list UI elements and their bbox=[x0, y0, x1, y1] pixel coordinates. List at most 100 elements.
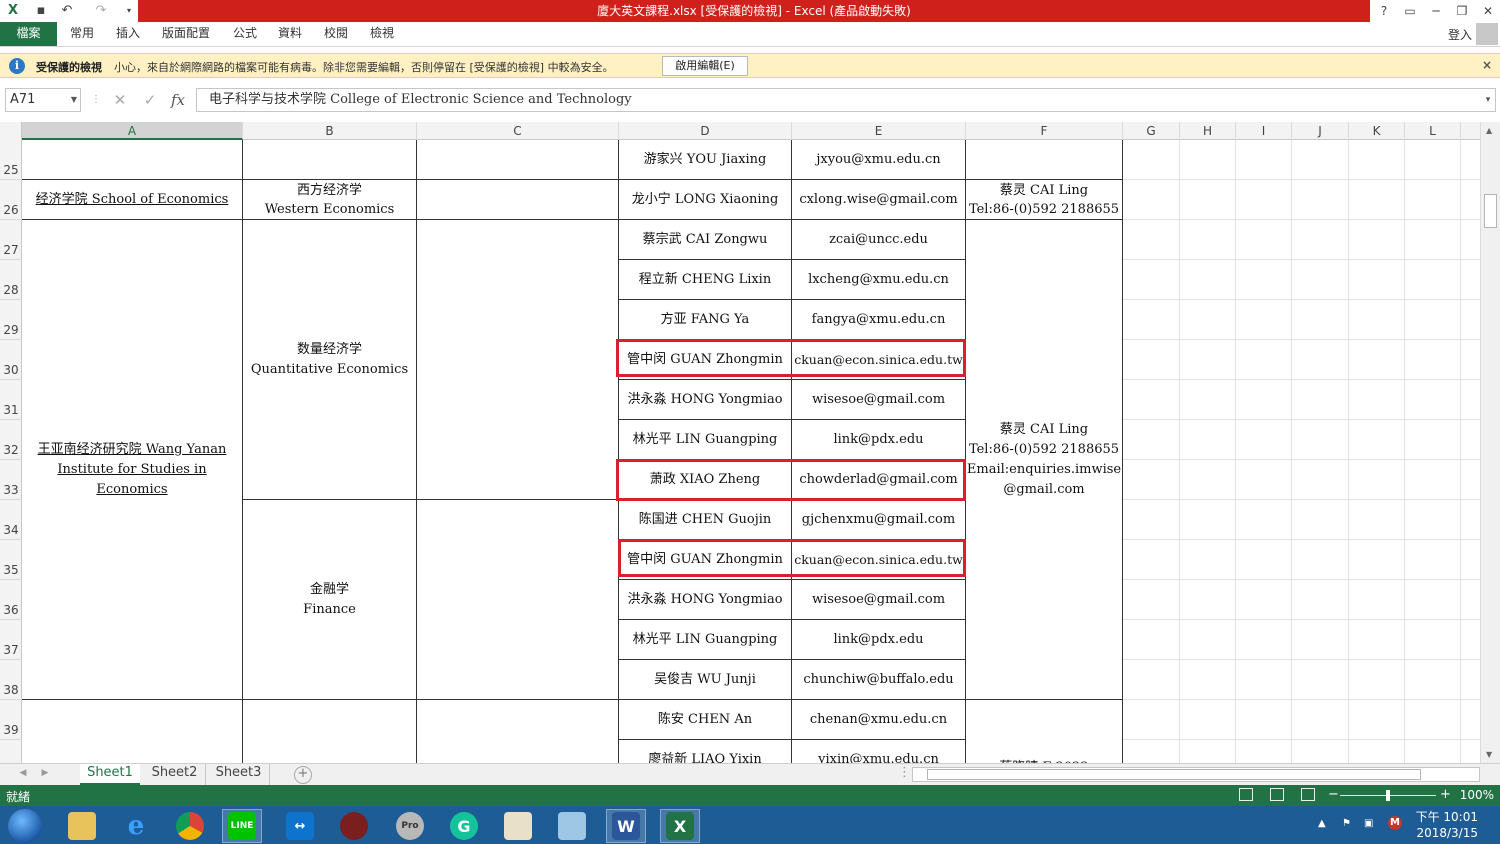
cell-d38[interactable]: 吴俊吉 WU Junji bbox=[619, 660, 792, 700]
cell-c39[interactable] bbox=[417, 700, 619, 763]
cancel-icon[interactable]: ✕ bbox=[110, 90, 130, 110]
select-all-corner[interactable] bbox=[0, 122, 22, 140]
tab-sheet1[interactable]: Sheet1 bbox=[80, 764, 140, 785]
cell-d32[interactable]: 林光平 LIN Guangping bbox=[619, 420, 792, 460]
row-header-39[interactable]: 39 bbox=[0, 700, 22, 740]
cell-d31[interactable]: 洪永淼 HONG Yongmiao bbox=[619, 380, 792, 420]
row-header-26[interactable]: 26 bbox=[0, 180, 22, 220]
tab-view[interactable]: 檢視 bbox=[370, 22, 394, 46]
row-header-29[interactable]: 29 bbox=[0, 300, 22, 340]
column-header-i[interactable]: I bbox=[1236, 122, 1292, 140]
column-header-b[interactable]: B bbox=[243, 122, 417, 140]
tab-insert[interactable]: 插入 bbox=[116, 22, 140, 46]
cell-f27-merged[interactable]: 蔡灵 CAI Ling Tel:86-(0)592 2188655 Email:en… bbox=[966, 220, 1123, 700]
cell-e31[interactable]: wisesoe@gmail.com bbox=[792, 380, 966, 420]
cell-b25[interactable] bbox=[243, 140, 417, 180]
row-header-27[interactable]: 27 bbox=[0, 220, 22, 260]
cell-b26[interactable]: 西方经济学 Western Economics bbox=[243, 180, 417, 220]
flag-icon[interactable]: ⚑ bbox=[1342, 818, 1351, 829]
tab-page-layout[interactable]: 版面配置 bbox=[162, 22, 210, 46]
line-app[interactable]: LINE bbox=[222, 809, 262, 843]
restore-button[interactable]: ❐ bbox=[1448, 0, 1476, 22]
zoom-out-button[interactable]: − bbox=[1328, 787, 1339, 802]
cell-b34-merged[interactable]: 金融学 Finance bbox=[243, 500, 417, 700]
column-header-j[interactable]: J bbox=[1292, 122, 1349, 140]
network-icon[interactable]: ▣ bbox=[1364, 818, 1373, 829]
cell-f39-merged[interactable]: 蔡晓晴 F 2022 bbox=[966, 700, 1123, 763]
vertical-scrollbar[interactable]: ▲ ▼ bbox=[1480, 122, 1500, 763]
cell-e37[interactable]: link@pdx.edu bbox=[792, 620, 966, 660]
cell-d28[interactable]: 程立新 CHENG Lixin bbox=[619, 260, 792, 300]
excel-app[interactable]: X bbox=[660, 809, 700, 843]
cell-c34-merged[interactable] bbox=[417, 500, 619, 700]
tab-home[interactable]: 常用 bbox=[70, 22, 94, 46]
enable-editing-button[interactable]: 啟用編輯(E) bbox=[662, 56, 748, 76]
cell-e34[interactable]: gjchenxmu@gmail.com bbox=[792, 500, 966, 540]
cell-e28[interactable]: lxcheng@xmu.edu.cn bbox=[792, 260, 966, 300]
cell-e32[interactable]: link@pdx.edu bbox=[792, 420, 966, 460]
grammarly-app[interactable]: G bbox=[444, 809, 484, 843]
close-icon[interactable]: × bbox=[1482, 58, 1492, 72]
scroll-thumb[interactable] bbox=[927, 769, 1421, 780]
teamviewer-app[interactable]: ↔ bbox=[280, 809, 320, 843]
splitter-icon[interactable]: ⋮ bbox=[898, 764, 911, 785]
cell-c26[interactable] bbox=[417, 180, 619, 220]
redo-icon[interactable]: ↷ bbox=[92, 2, 110, 20]
cell-e26[interactable]: cxlong.wise@gmail.com bbox=[792, 180, 966, 220]
cell-d26[interactable]: 龙小宁 LONG Xiaoning bbox=[619, 180, 792, 220]
cell-c27-merged[interactable] bbox=[417, 220, 619, 500]
undo-icon[interactable]: ↶ bbox=[58, 2, 76, 20]
ie-app[interactable]: e bbox=[116, 809, 156, 843]
column-header-h[interactable]: H bbox=[1180, 122, 1236, 140]
system-clock[interactable]: 下午 10:01 2018/3/15 bbox=[1416, 809, 1478, 841]
formula-input[interactable]: 电子科学与技术学院 College of Electronic Science … bbox=[196, 88, 1496, 112]
cell-a39[interactable] bbox=[22, 700, 243, 763]
scroll-thumb[interactable] bbox=[1484, 194, 1497, 228]
column-header-c[interactable]: C bbox=[417, 122, 619, 140]
tray-expand-icon[interactable]: ▲ bbox=[1318, 818, 1326, 829]
chrome-app[interactable] bbox=[170, 809, 210, 843]
cell-d36[interactable]: 洪永淼 HONG Yongmiao bbox=[619, 580, 792, 620]
normal-view-icon[interactable] bbox=[1239, 788, 1253, 801]
add-sheet-icon[interactable]: + bbox=[294, 766, 312, 784]
page-layout-view-icon[interactable] bbox=[1270, 788, 1284, 801]
cell-e27[interactable]: zcai@uncc.edu bbox=[792, 220, 966, 260]
cell-d34[interactable]: 陈国进 CHEN Guojin bbox=[619, 500, 792, 540]
page-break-view-icon[interactable] bbox=[1301, 788, 1315, 801]
column-header-g[interactable]: G bbox=[1123, 122, 1180, 140]
app-red-eye[interactable] bbox=[334, 809, 374, 843]
start-button[interactable] bbox=[8, 809, 42, 843]
expand-formula-icon[interactable]: ▾ bbox=[1478, 90, 1498, 110]
prev-sheet-icon[interactable]: ◀ bbox=[16, 764, 30, 785]
row-header-31[interactable]: 31 bbox=[0, 380, 22, 420]
tab-data[interactable]: 資料 bbox=[278, 22, 302, 46]
tab-sheet2[interactable]: Sheet2 bbox=[144, 764, 206, 785]
save-icon[interactable]: ▪ bbox=[32, 2, 50, 20]
cell-e39[interactable]: chenan@xmu.edu.cn bbox=[792, 700, 966, 740]
row-header-33[interactable]: 33 bbox=[0, 460, 22, 500]
cell-d29[interactable]: 方亚 FANG Ya bbox=[619, 300, 792, 340]
tab-review[interactable]: 校閱 bbox=[324, 22, 348, 46]
row-header-32[interactable]: 32 bbox=[0, 420, 22, 460]
row-header-28[interactable]: 28 bbox=[0, 260, 22, 300]
scroll-down-icon[interactable]: ▼ bbox=[1486, 750, 1492, 759]
cell-d27[interactable]: 蔡宗武 CAI Zongwu bbox=[619, 220, 792, 260]
row-header-38[interactable]: 38 bbox=[0, 660, 22, 700]
next-sheet-icon[interactable]: ▶ bbox=[38, 764, 52, 785]
tab-formulas[interactable]: 公式 bbox=[233, 22, 257, 46]
column-header-k[interactable]: K bbox=[1349, 122, 1405, 140]
word-app[interactable]: W bbox=[606, 809, 646, 843]
cell-d25[interactable]: 游家兴 YOU Jiaxing bbox=[619, 140, 792, 180]
explorer-app[interactable] bbox=[62, 809, 102, 843]
zoom-level[interactable]: 100% bbox=[1460, 788, 1494, 802]
cell-e38[interactable]: chunchiw@buffalo.edu bbox=[792, 660, 966, 700]
column-header-e[interactable]: E bbox=[792, 122, 966, 140]
cell-f25[interactable] bbox=[966, 140, 1123, 180]
minimize-button[interactable]: ─ bbox=[1422, 0, 1450, 22]
cell-d37[interactable]: 林光平 LIN Guangping bbox=[619, 620, 792, 660]
column-header-f[interactable]: F bbox=[966, 122, 1123, 140]
row-header-34[interactable]: 34 bbox=[0, 500, 22, 540]
cell-c25[interactable] bbox=[417, 140, 619, 180]
cell-d39[interactable]: 陈安 CHEN An bbox=[619, 700, 792, 740]
close-button[interactable]: ✕ bbox=[1474, 0, 1500, 22]
